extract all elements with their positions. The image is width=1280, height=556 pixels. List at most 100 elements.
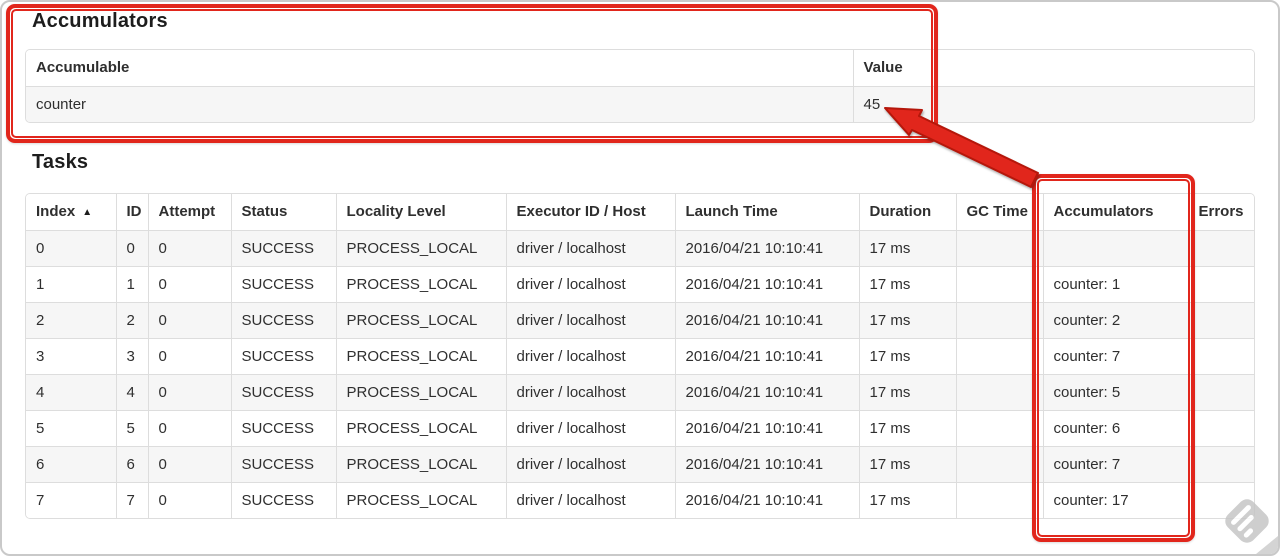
header-duration[interactable]: Duration: [858, 194, 956, 230]
cell-accumulators: counter: 5: [1042, 373, 1188, 410]
header-value[interactable]: Value: [852, 50, 1254, 86]
cell-locality: PROCESS_LOCAL: [335, 445, 506, 482]
task-row: 1 1 0 SUCCESS PROCESS_LOCAL driver / loc…: [26, 265, 1254, 302]
cell-executor: driver / localhost: [505, 337, 675, 374]
cell-executor: driver / localhost: [505, 481, 675, 518]
cell-attempt: 0: [147, 373, 231, 410]
cell-duration: 17 ms: [858, 373, 956, 410]
cell-index: 4: [26, 373, 116, 410]
cell-attempt: 0: [147, 337, 231, 374]
cell-errors: [1187, 481, 1254, 518]
cell-duration: 17 ms: [858, 481, 956, 518]
cell-accumulators: counter: 6: [1042, 409, 1188, 446]
cell-index: 7: [26, 481, 116, 518]
header-launch-time[interactable]: Launch Time: [674, 194, 859, 230]
task-row: 4 4 0 SUCCESS PROCESS_LOCAL driver / loc…: [26, 373, 1254, 410]
cell-accumulators: counter: 2: [1042, 301, 1188, 338]
cell-index: 3: [26, 337, 116, 374]
cell-index: 0: [26, 229, 116, 266]
cell-attempt: 0: [147, 265, 231, 302]
cell-attempt: 0: [147, 229, 231, 266]
screenshot-frame: Accumulators Accumulable Value counter 4…: [0, 0, 1280, 556]
cell-launch-time: 2016/04/21 10:10:41: [674, 301, 859, 338]
cell-index: 1: [26, 265, 116, 302]
header-accumulable[interactable]: Accumulable: [26, 50, 853, 86]
cell-errors: [1187, 265, 1254, 302]
cell-id: 6: [115, 445, 148, 482]
header-accumulators[interactable]: Accumulators: [1042, 194, 1188, 230]
cell-launch-time: 2016/04/21 10:10:41: [674, 337, 859, 374]
cell-status: SUCCESS: [230, 265, 336, 302]
cell-gc-time: [955, 445, 1043, 482]
cell-status: SUCCESS: [230, 481, 336, 518]
cell-accumulable-name: counter: [26, 85, 853, 122]
cell-gc-time: [955, 409, 1043, 446]
cell-id: 4: [115, 373, 148, 410]
cell-status: SUCCESS: [230, 301, 336, 338]
header-executor-id-host[interactable]: Executor ID / Host: [505, 194, 675, 230]
header-attempt[interactable]: Attempt: [147, 194, 231, 230]
task-row: 3 3 0 SUCCESS PROCESS_LOCAL driver / loc…: [26, 337, 1254, 374]
cell-launch-time: 2016/04/21 10:10:41: [674, 445, 859, 482]
accumulators-header-row: Accumulable Value: [26, 50, 1254, 86]
tasks-heading: Tasks: [32, 151, 89, 173]
cell-status: SUCCESS: [230, 337, 336, 374]
header-errors[interactable]: Errors: [1187, 194, 1254, 230]
cell-attempt: 0: [147, 301, 231, 338]
cell-status: SUCCESS: [230, 373, 336, 410]
cell-accumulators: [1042, 229, 1188, 266]
header-locality-level[interactable]: Locality Level: [335, 194, 506, 230]
cell-duration: 17 ms: [858, 337, 956, 374]
cell-duration: 17 ms: [858, 409, 956, 446]
cell-executor: driver / localhost: [505, 409, 675, 446]
cell-launch-time: 2016/04/21 10:10:41: [674, 265, 859, 302]
sort-ascending-icon: ▲: [82, 207, 93, 219]
task-row: 7 7 0 SUCCESS PROCESS_LOCAL driver / loc…: [26, 481, 1254, 518]
cell-duration: 17 ms: [858, 229, 956, 266]
header-status[interactable]: Status: [230, 194, 336, 230]
cell-status: SUCCESS: [230, 409, 336, 446]
cell-accumulators: counter: 1: [1042, 265, 1188, 302]
cell-locality: PROCESS_LOCAL: [335, 265, 506, 302]
task-row: 2 2 0 SUCCESS PROCESS_LOCAL driver / loc…: [26, 301, 1254, 338]
cell-gc-time: [955, 301, 1043, 338]
task-row: 6 6 0 SUCCESS PROCESS_LOCAL driver / loc…: [26, 445, 1254, 482]
accumulators-heading: Accumulators: [32, 10, 168, 32]
cell-launch-time: 2016/04/21 10:10:41: [674, 229, 859, 266]
cell-executor: driver / localhost: [505, 373, 675, 410]
cell-duration: 17 ms: [858, 445, 956, 482]
cell-executor: driver / localhost: [505, 265, 675, 302]
cell-attempt: 0: [147, 409, 231, 446]
header-index[interactable]: Index ▲: [26, 194, 116, 230]
cell-index: 5: [26, 409, 116, 446]
cell-errors: [1187, 229, 1254, 266]
cell-id: 1: [115, 265, 148, 302]
cell-locality: PROCESS_LOCAL: [335, 301, 506, 338]
header-id[interactable]: ID: [115, 194, 148, 230]
header-gc-time[interactable]: GC Time: [955, 194, 1043, 230]
cell-locality: PROCESS_LOCAL: [335, 337, 506, 374]
cell-locality: PROCESS_LOCAL: [335, 481, 506, 518]
cell-launch-time: 2016/04/21 10:10:41: [674, 409, 859, 446]
cell-id: 2: [115, 301, 148, 338]
accumulator-row: counter 45: [26, 85, 1254, 122]
cell-id: 7: [115, 481, 148, 518]
cell-gc-time: [955, 265, 1043, 302]
header-index-label: Index: [36, 203, 76, 221]
cell-locality: PROCESS_LOCAL: [335, 229, 506, 266]
task-row: 5 5 0 SUCCESS PROCESS_LOCAL driver / loc…: [26, 409, 1254, 446]
cell-errors: [1187, 301, 1254, 338]
cell-locality: PROCESS_LOCAL: [335, 409, 506, 446]
cell-gc-time: [955, 337, 1043, 374]
cell-executor: driver / localhost: [505, 229, 675, 266]
cell-id: 3: [115, 337, 148, 374]
cell-duration: 17 ms: [858, 301, 956, 338]
cell-accumulators: counter: 17: [1042, 481, 1188, 518]
cell-accumulators: counter: 7: [1042, 337, 1188, 374]
cell-index: 6: [26, 445, 116, 482]
cell-attempt: 0: [147, 481, 231, 518]
cell-errors: [1187, 337, 1254, 374]
cell-launch-time: 2016/04/21 10:10:41: [674, 373, 859, 410]
cell-errors: [1187, 373, 1254, 410]
cell-index: 2: [26, 301, 116, 338]
